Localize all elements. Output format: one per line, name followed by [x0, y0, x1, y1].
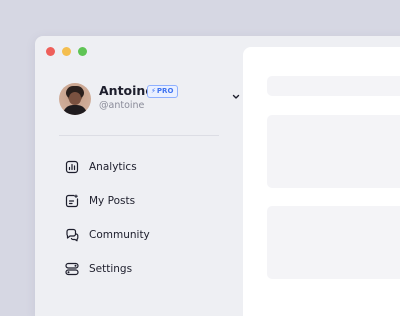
- sidebar-item-label: My Posts: [89, 195, 136, 207]
- sidebar-item-my-posts[interactable]: My Posts: [65, 191, 215, 211]
- pro-badge-label: PRO: [156, 87, 174, 95]
- placeholder-card: [267, 206, 400, 279]
- profile-switcher[interactable]: Antoine ⚡ PRO @antoine: [59, 83, 240, 117]
- sidebar-item-label: Analytics: [89, 161, 137, 173]
- profile-name: Antoine: [99, 83, 154, 98]
- divider: [59, 135, 219, 136]
- main-content: [243, 47, 400, 316]
- lightning-icon: ⚡: [151, 87, 156, 95]
- placeholder-bar: [267, 76, 400, 96]
- bar-chart-icon: [65, 160, 79, 174]
- sidebar-item-analytics[interactable]: Analytics: [65, 157, 215, 177]
- chevron-down-icon[interactable]: [231, 92, 241, 102]
- profile-handle: @antoine: [99, 100, 145, 111]
- pro-badge: ⚡ PRO: [147, 85, 179, 98]
- sidebar: Antoine ⚡ PRO @antoine Analytics My Post…: [35, 36, 243, 316]
- app-window: Antoine ⚡ PRO @antoine Analytics My Post…: [35, 36, 400, 316]
- sidebar-item-label: Community: [89, 229, 150, 241]
- sidebar-item-community[interactable]: Community: [65, 225, 215, 245]
- avatar: [59, 83, 91, 115]
- placeholder-card: [267, 115, 400, 188]
- sidebar-item-label: Settings: [89, 263, 133, 275]
- chat-bubbles-icon: [66, 228, 79, 242]
- toggle-icon: [65, 262, 79, 276]
- document-icon: [65, 194, 79, 208]
- sidebar-item-settings[interactable]: Settings: [65, 259, 215, 279]
